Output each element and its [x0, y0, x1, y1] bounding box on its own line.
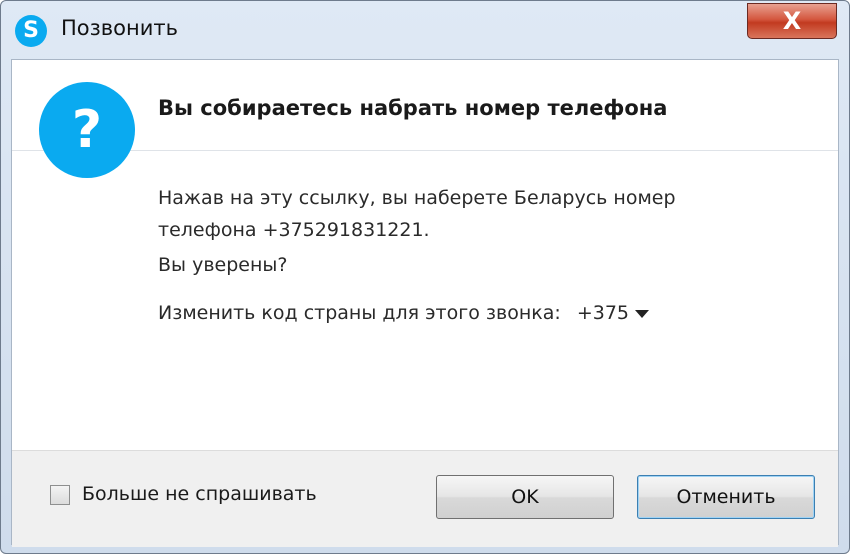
question-icon: ?: [39, 82, 135, 178]
skype-icon: S: [15, 15, 47, 47]
dialog-message: Нажав на эту ссылку, вы наберете Беларус…: [158, 187, 676, 241]
close-icon: X: [782, 7, 802, 35]
dialog-heading: Вы собираетесь набрать номер телефона: [158, 96, 668, 120]
country-code-value: +375: [576, 302, 629, 324]
window-title: Позвонить: [61, 16, 179, 40]
cancel-button[interactable]: Отменить: [637, 475, 815, 519]
dialog-footer: Больше не спрашивать OK Отменить: [12, 450, 838, 547]
dont-ask-label[interactable]: Больше не спрашивать: [82, 483, 317, 505]
ok-button[interactable]: OK: [436, 475, 614, 519]
close-button[interactable]: X: [747, 3, 837, 39]
title-bar[interactable]: S Позвонить X: [1, 1, 849, 59]
confirm-question: Вы уверены?: [158, 254, 288, 276]
dialog-content: Вы собираетесь набрать номер телефона ? …: [11, 59, 839, 547]
chevron-down-icon: [635, 309, 649, 318]
dont-ask-checkbox[interactable]: [50, 485, 70, 505]
country-code-dropdown[interactable]: +375: [577, 302, 649, 324]
country-code-row: Изменить код страны для этого звонка: +3…: [158, 302, 649, 324]
country-code-label: Изменить код страны для этого звонка:: [158, 302, 561, 324]
dialog-window: S Позвонить X Вы собираетесь набрать ном…: [0, 0, 850, 554]
dialog-header: Вы собираетесь набрать номер телефона: [12, 60, 838, 151]
